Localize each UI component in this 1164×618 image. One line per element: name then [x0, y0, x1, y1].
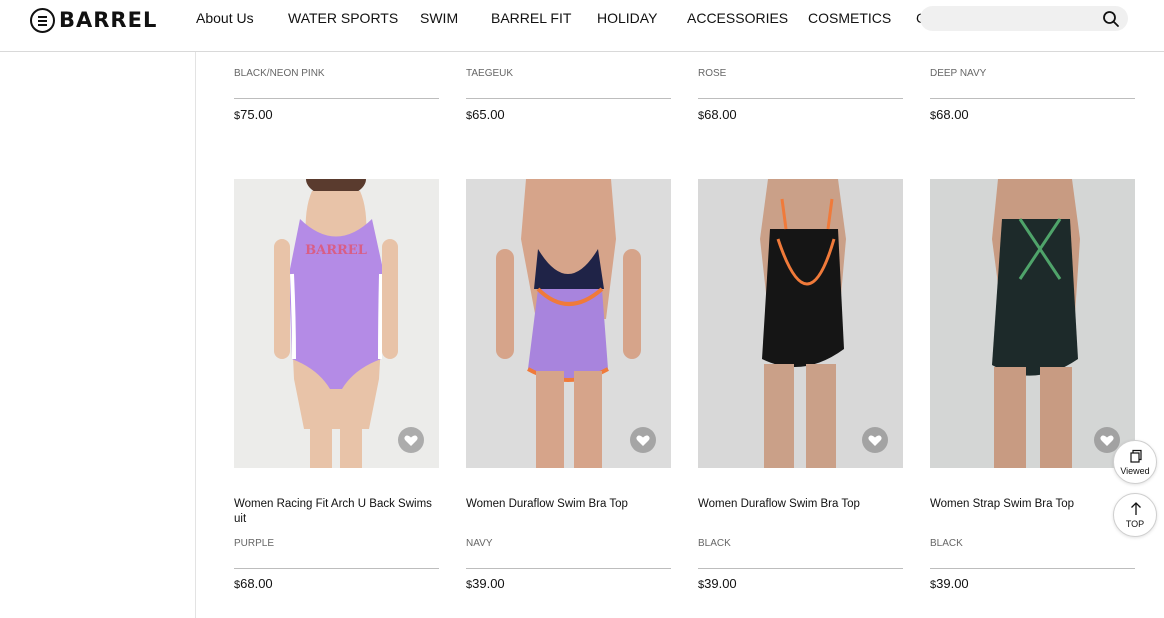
product-photo-navy-bra-top — [466, 179, 671, 468]
search-input[interactable] — [934, 9, 1094, 28]
wishlist-button[interactable] — [862, 427, 888, 453]
product-photo-purple-swimsuit: BARREL — [234, 179, 439, 468]
product-photo-strap-bra-top — [930, 179, 1135, 468]
divider — [234, 98, 439, 99]
price-value: 39.00 — [472, 576, 505, 591]
product-color: BLACK/NEON PINK — [234, 68, 325, 79]
price-value: 39.00 — [936, 576, 969, 591]
menu-icon — [30, 7, 55, 33]
nav-water-sports[interactable]: WATER SPORTS — [288, 10, 398, 26]
product-price: $68.00 — [234, 576, 273, 591]
swimsuit-print-text: BARREL — [305, 243, 367, 258]
product-color: NAVY — [466, 538, 493, 549]
nav-holiday[interactable]: HOLIDAY — [597, 10, 657, 26]
product-image[interactable]: BARREL — [234, 179, 439, 468]
viewed-icon — [1130, 449, 1142, 463]
divider — [234, 568, 439, 569]
search-bar — [920, 6, 1128, 31]
product-price: $68.00 — [698, 107, 737, 122]
arrow-up-icon — [1131, 502, 1141, 515]
product-image[interactable] — [930, 179, 1135, 468]
heart-icon — [868, 435, 882, 446]
viewed-label: Viewed — [1120, 466, 1150, 476]
recently-viewed-button[interactable]: Viewed — [1113, 440, 1157, 484]
divider — [466, 98, 671, 99]
nav-barrel-fit[interactable]: BARREL FIT — [491, 10, 571, 26]
product-color: ROSE — [698, 68, 727, 79]
heart-icon — [636, 435, 650, 446]
product-color: DEEP NAVY — [930, 68, 987, 79]
divider — [698, 98, 903, 99]
product-color: PURPLE — [234, 538, 275, 549]
price-value: 75.00 — [240, 107, 273, 122]
product-name[interactable]: Women Strap Swim Bra Top — [930, 497, 1130, 512]
product-price: $75.00 — [234, 107, 273, 122]
product-price: $39.00 — [466, 576, 505, 591]
nav-cosmetics[interactable]: COSMETICS — [808, 10, 891, 26]
divider — [930, 568, 1135, 569]
product-price: $65.00 — [466, 107, 505, 122]
brand-logo[interactable]: BARREL — [30, 7, 157, 33]
wishlist-button[interactable] — [630, 427, 656, 453]
product-price: $68.00 — [930, 107, 969, 122]
price-value: 68.00 — [704, 107, 737, 122]
product-image[interactable] — [698, 179, 903, 468]
search-icon[interactable] — [1102, 10, 1120, 28]
nav-about-us[interactable]: About Us — [196, 10, 254, 26]
price-value: 68.00 — [936, 107, 969, 122]
product-name[interactable]: Women Duraflow Swim Bra Top — [698, 497, 898, 512]
sidebar-divider — [195, 52, 196, 618]
product-price: $39.00 — [930, 576, 969, 591]
brand-logo-text: BARREL — [59, 8, 158, 32]
product-name[interactable]: Women Racing Fit Arch U Back Swims uit — [234, 497, 434, 527]
product-color: TAEGEUK — [466, 68, 514, 79]
divider — [930, 98, 1135, 99]
product-color: BLACK — [698, 538, 731, 549]
product-photo-black-bra-top — [698, 179, 903, 468]
product-image[interactable] — [466, 179, 671, 468]
top-label: TOP — [1125, 519, 1145, 529]
price-value: 68.00 — [240, 576, 273, 591]
divider — [698, 568, 903, 569]
price-value: 65.00 — [472, 107, 505, 122]
site-header: BARREL About Us WATER SPORTS SWIM BARREL… — [0, 0, 1164, 52]
heart-icon — [404, 435, 418, 446]
nav-swim[interactable]: SWIM — [420, 10, 458, 26]
scroll-top-button[interactable]: TOP — [1113, 493, 1157, 537]
divider — [466, 568, 671, 569]
product-price: $39.00 — [698, 576, 737, 591]
wishlist-button[interactable] — [398, 427, 424, 453]
product-name[interactable]: Women Duraflow Swim Bra Top — [466, 497, 666, 512]
price-value: 39.00 — [704, 576, 737, 591]
product-color: BLACK — [930, 538, 963, 549]
nav-accessories[interactable]: ACCESSORIES — [687, 10, 788, 26]
